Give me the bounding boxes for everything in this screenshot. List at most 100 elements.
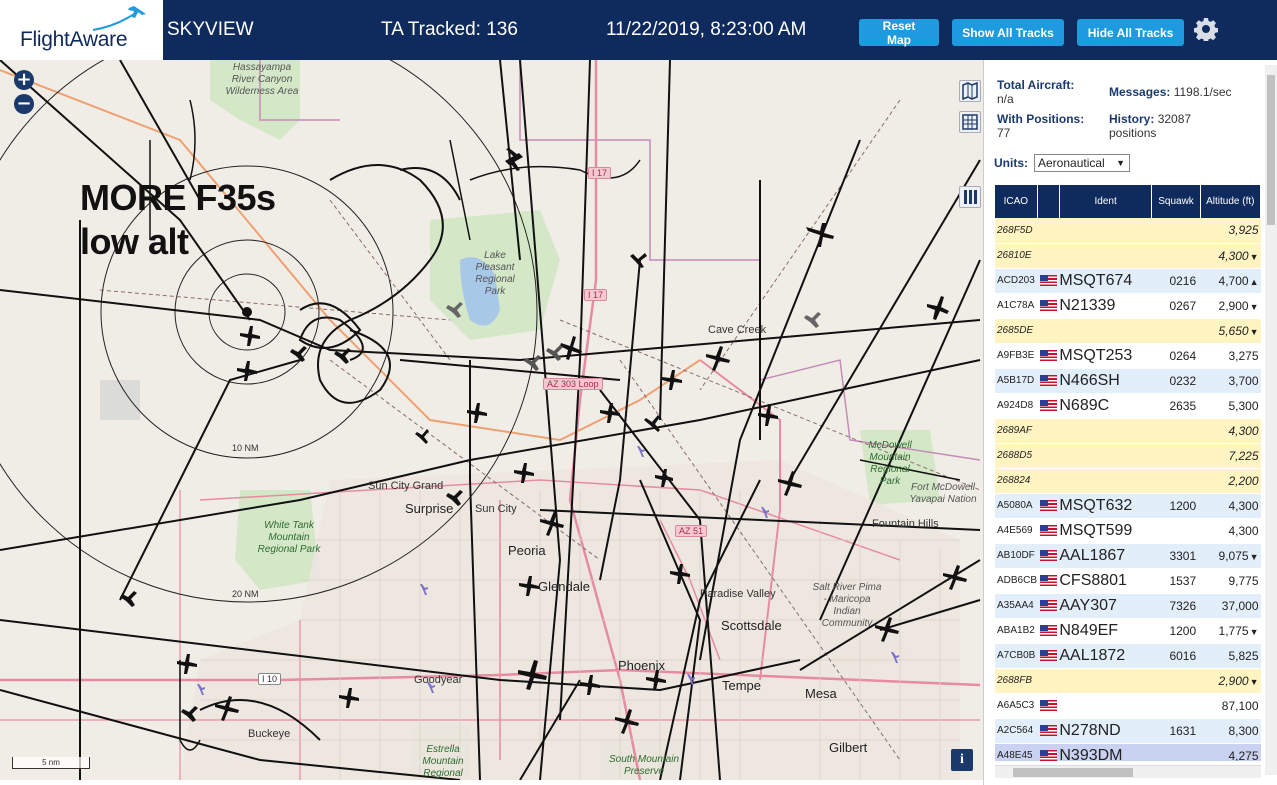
cell-icao: 2688D5 xyxy=(995,443,1038,469)
aircraft-row[interactable]: A7CB0B AAL1872 6016 5,825 xyxy=(995,643,1261,669)
scrollbar-thumb[interactable] xyxy=(1267,75,1275,225)
cell-altitude: 9,775 xyxy=(1200,568,1261,594)
cell-squawk xyxy=(1151,518,1201,544)
cell-ident: AAL1867 xyxy=(1059,543,1152,569)
cell-icao: ADB6CB xyxy=(995,568,1038,594)
total-aircraft-stat: Total Aircraft: n/a xyxy=(997,78,1105,106)
cell-altitude: 87,100 xyxy=(1200,693,1261,719)
cell-squawk xyxy=(1151,443,1201,469)
label-estrella: Estrella Mountain Regional xyxy=(422,744,464,779)
column-header-altitude[interactable]: Altitude (ft) xyxy=(1200,185,1261,218)
cell-icao: 268F5D xyxy=(995,218,1038,244)
altitude-value: 9,775 xyxy=(1228,573,1259,588)
vertical-scrollbar[interactable] xyxy=(1265,65,1277,775)
cell-ident xyxy=(1059,468,1152,494)
horizontal-scrollbar[interactable] xyxy=(995,765,1261,778)
cell-ident xyxy=(1059,418,1152,444)
reset-map-button[interactable]: Reset Map xyxy=(859,19,939,47)
aircraft-row[interactable]: A924D8 N689C 2635 5,300 xyxy=(995,393,1261,419)
label-cave-creek: Cave Creek xyxy=(708,324,767,336)
label-phoenix: Phoenix xyxy=(618,658,665,673)
flightaware-logo[interactable]: FlightAware xyxy=(0,0,163,60)
cell-icao: A4E569 xyxy=(995,518,1038,544)
us-flag-icon xyxy=(1039,625,1057,637)
aircraft-row[interactable]: A35AA4 AAY307 7326 37,000 xyxy=(995,593,1261,619)
aircraft-row[interactable]: A6A5C3 87,100 xyxy=(995,693,1261,719)
show-all-tracks-button[interactable]: Show All Tracks xyxy=(952,19,1064,46)
cell-altitude: 5,650▼ xyxy=(1200,318,1261,344)
aircraft-row[interactable]: 2689AF 4,300 xyxy=(995,418,1261,444)
cell-altitude: 2,900▼ xyxy=(1200,293,1261,319)
aircraft-row[interactable]: A5B17D N466SH 0232 3,700 xyxy=(995,368,1261,394)
cell-flag xyxy=(1037,743,1060,761)
cell-altitude: 9,075▼ xyxy=(1200,543,1261,569)
label-salt-river: Salt River Pima - Maricopa Indian Commun… xyxy=(812,582,882,629)
aircraft-row[interactable]: ADB6CB CFS8801 1537 9,775 xyxy=(995,568,1261,594)
columns-icon[interactable] xyxy=(959,186,981,208)
aircraft-table-wrap[interactable]: ICAO Ident Squawk Altitude (ft) 268F5D 3,… xyxy=(995,185,1261,761)
aircraft-row[interactable]: 2685DE 5,650▼ xyxy=(995,318,1261,344)
cell-squawk: 7326 xyxy=(1151,593,1201,619)
column-header-icao[interactable]: ICAO xyxy=(995,185,1038,218)
aircraft-row[interactable]: 268F5D 3,925 xyxy=(995,218,1261,244)
aircraft-row[interactable]: A1C78A N21339 0267 2,900▼ xyxy=(995,293,1261,319)
aircraft-row[interactable]: ABA1B2 N849EF 1200 1,775▼ xyxy=(995,618,1261,644)
column-header-squawk[interactable]: Squawk xyxy=(1151,185,1201,218)
us-flag-icon xyxy=(1039,275,1057,287)
us-flag-icon xyxy=(1039,650,1057,662)
altitude-value: 3,700 xyxy=(1228,373,1259,388)
hide-all-tracks-button[interactable]: Hide All Tracks xyxy=(1077,19,1184,46)
cell-altitude: 37,000 xyxy=(1200,593,1261,619)
cell-squawk: 1631 xyxy=(1151,718,1201,744)
scrollbar-thumb[interactable] xyxy=(1013,768,1133,777)
zoom-out-button[interactable]: − xyxy=(14,94,34,114)
grid-icon[interactable] xyxy=(959,111,981,133)
cell-altitude: 3,275 xyxy=(1200,343,1261,369)
column-header-ident[interactable]: Ident xyxy=(1059,185,1153,218)
cell-altitude: 5,825 xyxy=(1200,643,1261,669)
history-stat: History: 32087 positions xyxy=(1109,112,1219,140)
app-name: SKYVIEW xyxy=(167,19,254,40)
aircraft-row[interactable]: 2688D5 7,225 xyxy=(995,443,1261,469)
aircraft-row[interactable]: A2C564 N278ND 1631 8,300 xyxy=(995,718,1261,744)
cell-squawk xyxy=(1151,318,1201,344)
cell-ident: MSQT632 xyxy=(1059,493,1152,519)
units-value: Aeronautical xyxy=(1038,156,1105,170)
cell-squawk: 6016 xyxy=(1151,643,1201,669)
descend-arrow-icon: ▼ xyxy=(1249,551,1259,562)
aircraft-row[interactable]: A5080A MSQT632 1200 4,300 xyxy=(995,493,1261,519)
map-layers-icon[interactable] xyxy=(959,80,981,102)
cell-icao: A7CB0B xyxy=(995,643,1038,669)
units-select[interactable]: Aeronautical ▼ xyxy=(1034,154,1130,172)
aircraft-row[interactable]: ACD203 MSQT674 0216 4,700▲ xyxy=(995,268,1261,294)
zoom-in-button[interactable]: + xyxy=(14,70,34,90)
aircraft-row[interactable]: A9FB3E MSQT253 0264 3,275 xyxy=(995,343,1261,369)
cell-altitude: 5,300 xyxy=(1200,393,1261,419)
cell-squawk: 0267 xyxy=(1151,293,1201,319)
cell-squawk: 2635 xyxy=(1151,393,1201,419)
column-header-flag[interactable] xyxy=(1037,185,1060,218)
highway-shield: AZ 51 xyxy=(675,525,708,537)
cell-ident: MSQT599 xyxy=(1059,518,1152,544)
aircraft-row[interactable]: 268824 2,200 xyxy=(995,468,1261,494)
messages-value: 1198.1/sec xyxy=(1173,85,1232,99)
cell-altitude: 4,300 xyxy=(1200,518,1261,544)
aircraft-row[interactable]: A48E45 N393DM 4,275 xyxy=(995,743,1261,761)
altitude-value: 5,300 xyxy=(1228,398,1259,413)
cell-flag xyxy=(1037,518,1060,544)
map-view[interactable]: Hassayampa River Canyon Wilderness Area … xyxy=(0,60,983,780)
cell-ident: N689C xyxy=(1059,393,1152,419)
gear-icon[interactable] xyxy=(1194,17,1218,41)
cell-ident: N466SH xyxy=(1059,368,1152,394)
label-lake-pleasant: Lake Pleasant Regional Park xyxy=(475,250,515,297)
info-button[interactable]: i xyxy=(951,749,973,771)
units-label: Units: xyxy=(994,156,1028,170)
cell-icao: 26810E xyxy=(995,243,1038,269)
aircraft-row[interactable]: 26810E 4,300▼ xyxy=(995,243,1261,269)
cell-altitude: 7,225 xyxy=(1200,443,1261,469)
aircraft-row[interactable]: A4E569 MSQT599 4,300 xyxy=(995,518,1261,544)
history-label: History: xyxy=(1109,112,1155,126)
aircraft-row[interactable]: AB10DF AAL1867 3301 9,075▼ xyxy=(995,543,1261,569)
cell-ident xyxy=(1059,318,1152,344)
aircraft-row[interactable]: 2688FB 2,900▼ xyxy=(995,668,1261,694)
